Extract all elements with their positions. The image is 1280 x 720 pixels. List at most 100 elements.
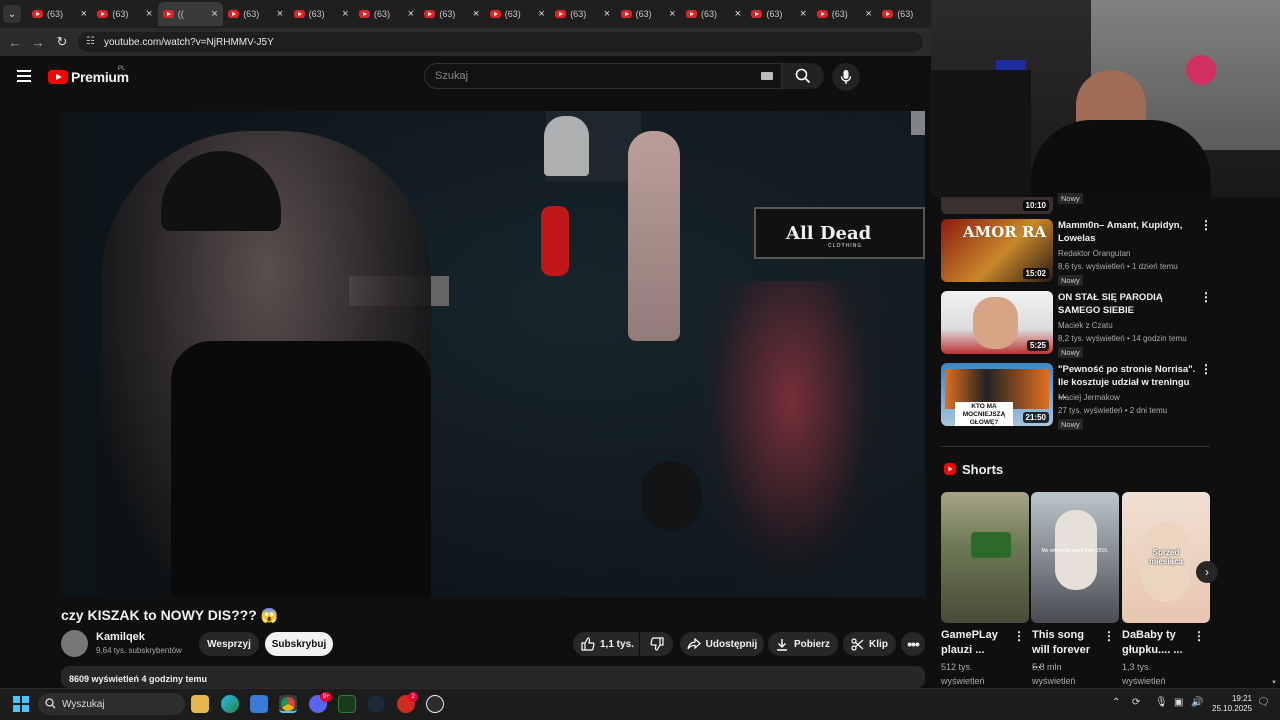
logo-region: PL (118, 66, 126, 72)
partial-thumbnail[interactable]: 10:10 (941, 197, 1053, 214)
taskbar-search[interactable]: Wyszukaj (38, 693, 185, 715)
browser-tab[interactable]: (63) × (681, 2, 746, 26)
video-thumbnail[interactable]: 5:25 (941, 291, 1053, 354)
close-tab-icon[interactable]: × (211, 8, 217, 20)
site-info-icon[interactable]: ☷ (86, 36, 98, 48)
close-tab-icon[interactable]: × (800, 8, 806, 20)
subscribe-button[interactable]: Subskrybuj (265, 632, 333, 656)
close-tab-icon[interactable]: × (342, 8, 348, 20)
new-badge: Nowy (1058, 419, 1083, 430)
browser-tab[interactable]: (63) × (354, 2, 419, 26)
video-channel[interactable]: Redaktor Orangutan (1058, 249, 1131, 258)
video-channel[interactable]: Maciej Jermakow (1058, 393, 1120, 402)
shorts-next-button[interactable]: › (1196, 561, 1218, 583)
more-vertical-icon[interactable]: ⋮ (1200, 219, 1212, 231)
more-vertical-icon[interactable]: ⋮ (1103, 630, 1115, 642)
more-vertical-icon[interactable]: ⋮ (1193, 630, 1205, 642)
channel-avatar[interactable] (61, 630, 88, 657)
download-icon (776, 638, 787, 651)
short-thumbnail[interactable] (941, 492, 1029, 623)
chrome-icon[interactable] (279, 695, 297, 713)
volume-icon[interactable]: 🔊 (1191, 697, 1203, 708)
close-tab-icon[interactable]: × (735, 8, 741, 20)
browser-tab[interactable]: (63) × (550, 2, 615, 26)
channel-name[interactable]: Kamilqek (96, 631, 145, 643)
tab-label: (63) (504, 9, 521, 19)
system-clock[interactable]: 19:21 25.10.2025 (1212, 694, 1252, 714)
tractor-shape (971, 532, 1011, 558)
hamburger-menu-icon[interactable] (17, 70, 31, 82)
youtube-premium-logo[interactable]: Premium PL (48, 66, 129, 85)
close-tab-icon[interactable]: × (81, 8, 87, 20)
windows-start-icon[interactable] (13, 696, 29, 712)
close-tab-icon[interactable]: × (408, 8, 414, 20)
refresh-sync-icon[interactable]: ⟳ (1132, 697, 1140, 708)
video-thumbnail[interactable]: KTO MA MOCNIEJSZĄ GŁOWĘ? 21:50 (941, 363, 1053, 426)
close-tab-icon[interactable]: × (277, 8, 283, 20)
browser-tab[interactable]: (63) × (419, 2, 484, 26)
close-tab-icon[interactable]: × (669, 8, 675, 20)
close-tab-icon[interactable]: × (538, 8, 544, 20)
browser-tab[interactable]: (63) × (812, 2, 877, 26)
microphone-arm (931, 70, 1031, 197)
pink-figure (1186, 55, 1216, 85)
browser-tab[interactable]: (63) × (746, 2, 811, 26)
close-tab-icon[interactable]: × (473, 8, 479, 20)
more-vertical-icon[interactable]: ⋮ (1013, 630, 1025, 642)
short-title[interactable]: GamePLay plauzi ... (941, 628, 1011, 658)
video-thumbnail[interactable]: AMOR RA 15:02 (941, 219, 1053, 282)
video-channel[interactable]: Maciek z Czatu (1058, 321, 1113, 330)
steam-icon[interactable] (367, 695, 385, 713)
microphone-icon[interactable]: 🎙 (1155, 697, 1168, 708)
edge-icon[interactable] (221, 695, 239, 713)
notifications-icon[interactable]: 🗨 (1257, 697, 1270, 708)
youtube-favicon-icon (882, 10, 894, 18)
xbox-icon[interactable] (338, 695, 356, 713)
browser-tab[interactable]: ((× (157, 2, 223, 26)
description-box[interactable]: 8609 wyświetleń 4 godziny temu (61, 666, 925, 688)
close-tab-icon[interactable]: × (604, 8, 610, 20)
browser-tab[interactable]: (63) × (616, 2, 681, 26)
forward-icon[interactable]: → (30, 34, 46, 50)
opera-badge: 2 (408, 692, 418, 702)
reload-icon[interactable]: ↻ (54, 34, 70, 50)
brand-text: All Dead (786, 222, 872, 244)
browser-tab[interactable]: (63) × (27, 2, 92, 26)
more-actions-button[interactable]: ••• (901, 632, 925, 656)
browser-tab[interactable]: (63) × (289, 2, 354, 26)
store-icon[interactable] (250, 695, 268, 713)
close-tab-icon[interactable]: × (865, 8, 871, 20)
youtube-favicon-icon (228, 10, 240, 18)
keyboard-icon[interactable] (761, 72, 773, 80)
chevron-up-icon[interactable]: ⌃ (1112, 697, 1120, 708)
browser-tab[interactable]: (63) × (223, 2, 288, 26)
scissors-icon (851, 637, 864, 651)
support-button[interactable]: Wesprzyj (199, 632, 259, 656)
back-icon[interactable]: ← (7, 34, 23, 50)
like-button[interactable]: 1,1 tys. (573, 632, 639, 656)
scroll-down-icon[interactable]: ▼ (1271, 680, 1277, 686)
obs-icon[interactable] (426, 695, 444, 713)
video-title[interactable]: Mamm0n– Amant, Kupidyn, Lowelas (1058, 219, 1198, 245)
download-button[interactable]: Pobierz (768, 632, 838, 656)
short-thumbnail[interactable]: Sprzed miesiąca (1122, 492, 1210, 623)
short-title[interactable]: DaBaby ty głupku.... ... (1122, 628, 1192, 658)
share-button[interactable]: Udostępnij (680, 632, 764, 656)
video-player[interactable] (61, 111, 925, 597)
short-thumbnail[interactable]: Me when this song from 2016. (1031, 492, 1119, 623)
more-vertical-icon[interactable]: ⋮ (1200, 363, 1212, 375)
file-explorer-icon[interactable] (191, 695, 209, 713)
network-icon[interactable]: ▣ (1174, 697, 1183, 708)
voice-search-button[interactable] (832, 63, 860, 91)
video-title[interactable]: ON STAŁ SIĘ PARODIĄ SAMEGO SIEBIE (1058, 291, 1198, 317)
tab-list-button[interactable]: ⌄ (3, 5, 21, 23)
search-input[interactable]: Szukaj (424, 63, 782, 89)
dislike-button[interactable] (640, 632, 673, 656)
close-tab-icon[interactable]: × (146, 8, 152, 20)
search-button[interactable] (782, 63, 824, 89)
browser-tab[interactable]: (63) × (92, 2, 157, 26)
browser-tab[interactable]: (63) × (485, 2, 550, 26)
address-bar[interactable]: youtube.com/watch?v=NjRHMMV-J5Y (78, 32, 923, 52)
clip-button[interactable]: Klip (843, 632, 896, 656)
more-vertical-icon[interactable]: ⋮ (1200, 291, 1212, 303)
